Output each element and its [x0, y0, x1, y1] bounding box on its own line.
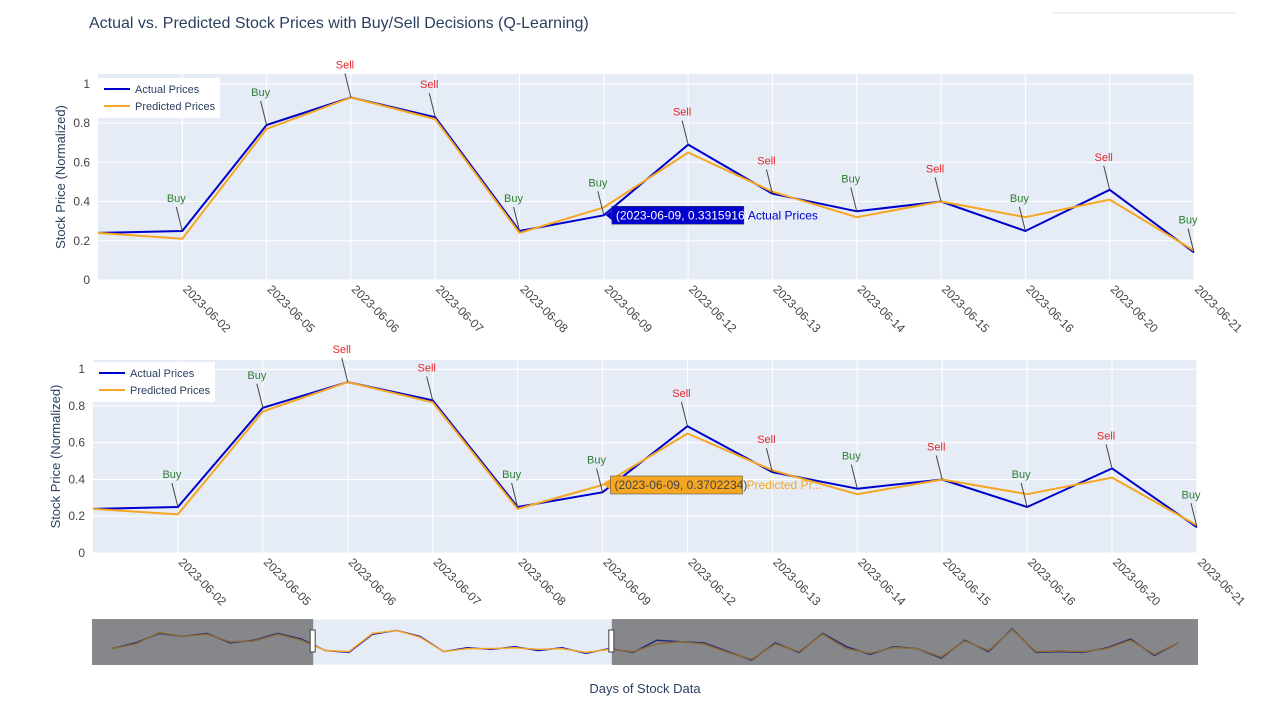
y-tick-label-bottom: 0.4	[68, 472, 85, 486]
hover-value-bottom: (2023-06-09, 0.3702234)	[615, 478, 748, 492]
legend-label-top: Predicted Prices	[135, 101, 216, 113]
legend-label-bottom: Predicted Prices	[130, 385, 211, 397]
y-tick-label-bottom: 0	[78, 546, 85, 560]
buy-annotation-top: Buy	[841, 173, 860, 185]
y-tick-label-bottom: 0.6	[68, 436, 85, 450]
y-axis-title-top: Stock Price (Normalized)	[53, 105, 68, 249]
y-tick-label-top: 0.4	[73, 195, 90, 209]
hover-tooltip-top: (2023-06-09, 0.3315916) Actual Prices	[605, 206, 818, 225]
y-tick-label-bottom: 0.2	[68, 509, 85, 523]
sell-annotation-bottom: Sell	[672, 388, 690, 400]
buy-annotation-top: Buy	[588, 177, 607, 189]
y-tick-label-bottom: 0.8	[68, 399, 85, 413]
legend-top[interactable]: Actual Prices Predicted Prices	[98, 78, 220, 118]
sell-annotation-top: Sell	[420, 79, 438, 91]
legend-bottom[interactable]: Actual Prices Predicted Prices	[93, 362, 215, 402]
sell-annotation-top: Sell	[1095, 152, 1113, 164]
sell-annotation-top: Sell	[757, 156, 775, 168]
y-tick-label-top: 0	[83, 273, 90, 287]
y-tick-label-top: 0.8	[73, 116, 90, 130]
legend-label-top: Actual Prices	[135, 84, 200, 96]
range-slider[interactable]	[91, 618, 1199, 666]
hover-tooltip-bottom: (2023-06-09, 0.3702234) Predicted Pr...	[604, 475, 822, 495]
range-slider-mask-right	[611, 619, 1198, 665]
buy-annotation-bottom: Buy	[587, 454, 606, 466]
y-axis-title-bottom: Stock Price (Normalized)	[48, 385, 63, 529]
y-tick-label-top: 1	[83, 77, 90, 91]
legend-label-bottom: Actual Prices	[130, 368, 195, 380]
buy-annotation-top: Buy	[504, 193, 523, 205]
sell-annotation-top: Sell	[336, 60, 354, 72]
sell-annotation-bottom: Sell	[333, 344, 351, 356]
y-tick-label-top: 0.2	[73, 234, 90, 248]
sell-annotation-bottom: Sell	[1097, 430, 1115, 442]
sell-annotation-bottom: Sell	[757, 434, 775, 446]
sell-annotation-bottom: Sell	[927, 441, 945, 453]
buy-annotation-bottom: Buy	[502, 469, 521, 481]
buy-annotation-top: Buy	[1010, 193, 1029, 205]
chart-title: Actual vs. Predicted Stock Prices with B…	[89, 15, 589, 32]
buy-annotation-bottom: Buy	[247, 370, 266, 382]
x-axis-title: Days of Stock Data	[589, 681, 701, 696]
sell-annotation-top: Sell	[673, 107, 691, 119]
range-slider-mask-left	[92, 619, 314, 665]
y-tick-label-top: 0.6	[73, 155, 90, 169]
y-tick-label-bottom: 1	[78, 362, 85, 376]
chart-root: Actual vs. Predicted Stock Prices with B…	[0, 0, 1280, 720]
buy-annotation-bottom: Buy	[1012, 469, 1031, 481]
buy-annotation-top: Buy	[1179, 215, 1198, 227]
buy-annotation-bottom: Buy	[162, 469, 181, 481]
range-slider-handle-left[interactable]	[309, 629, 316, 653]
buy-annotation-bottom: Buy	[842, 451, 861, 463]
hover-series-name-bottom: Predicted Pr...	[747, 478, 822, 492]
hover-series-name-top: Actual Prices	[748, 208, 818, 222]
range-slider-handle-right[interactable]	[608, 629, 615, 653]
sell-annotation-top: Sell	[926, 164, 944, 176]
plot-area-top	[98, 74, 1194, 280]
hover-value-top: (2023-06-09, 0.3315916)	[616, 208, 749, 222]
buy-annotation-top: Buy	[251, 87, 270, 99]
buy-annotation-top: Buy	[167, 193, 186, 205]
sell-annotation-bottom: Sell	[418, 362, 436, 374]
buy-annotation-bottom: Buy	[1182, 489, 1201, 501]
